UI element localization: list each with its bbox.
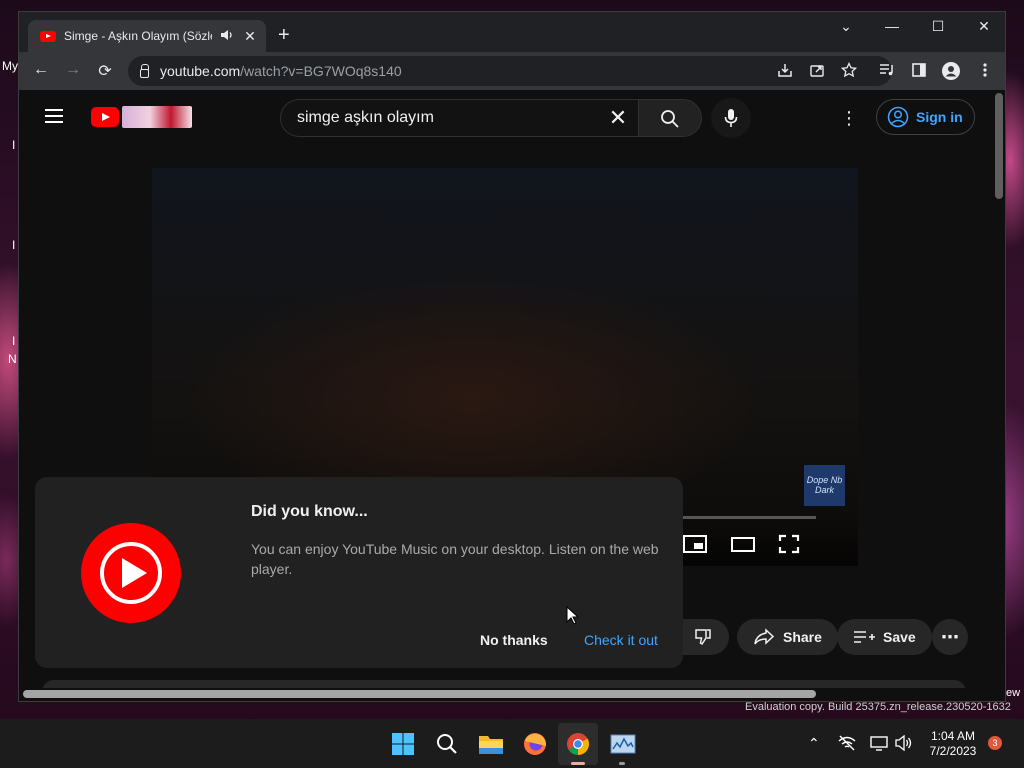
channel-watermark[interactable]: Dope Nb Dark	[804, 465, 845, 506]
save-button[interactable]: Save	[837, 619, 932, 655]
file-explorer-button[interactable]	[477, 730, 505, 758]
description-box[interactable]	[42, 680, 966, 688]
theater-mode-icon[interactable]	[730, 534, 756, 554]
menu-icon[interactable]	[975, 62, 995, 81]
clock-date: 7/2/2023	[929, 744, 977, 758]
more-actions-button[interactable]: ⋯	[932, 619, 968, 655]
fullscreen-icon[interactable]	[778, 534, 800, 554]
taskbar-search-button[interactable]	[433, 730, 461, 758]
taskbar: ⌃ 1:04 AM 7/2/2023 3	[0, 719, 1024, 768]
install-icon[interactable]	[775, 62, 795, 81]
chrome-icon	[567, 733, 589, 755]
profile-icon[interactable]	[941, 62, 961, 83]
minimize-button[interactable]: —	[869, 18, 915, 34]
share-icon[interactable]	[807, 62, 827, 81]
youtube-header: simge aşkın olayım ✕ ⋮ Sign in	[19, 90, 993, 146]
playlist-add-icon	[854, 631, 875, 643]
reload-button[interactable]: ⟳	[95, 61, 115, 81]
account-icon	[887, 106, 909, 128]
firefox-button[interactable]	[521, 730, 549, 758]
chevron-up-icon[interactable]: ⌃	[808, 735, 820, 752]
dialog-body: You can enjoy YouTube Music on your desk…	[251, 541, 659, 577]
speaker-icon[interactable]	[220, 29, 234, 44]
save-label: Save	[883, 629, 916, 645]
firefox-icon	[524, 733, 546, 755]
dialog-title: Did you know...	[251, 503, 368, 520]
settings-menu-button[interactable]: ⋮	[839, 108, 859, 129]
system-clock[interactable]: 1:04 AM 7/2/2023	[920, 729, 986, 759]
new-tab-button[interactable]: +	[278, 24, 290, 47]
hamburger-menu-icon[interactable]	[45, 109, 63, 123]
youtube-doodle-image[interactable]	[122, 106, 192, 128]
desktop-label: I	[12, 334, 16, 348]
desktop-label: My	[2, 59, 18, 73]
sidebar-icon[interactable]	[909, 62, 929, 81]
search-input[interactable]: simge aşkın olayım ✕	[280, 99, 638, 137]
tab-search-button[interactable]: ⌄	[823, 18, 869, 35]
display-icon[interactable]	[870, 735, 888, 754]
youtube-music-logo-icon	[81, 523, 181, 623]
clear-search-button[interactable]: ✕	[598, 105, 638, 131]
tab-close-button[interactable]: ✕	[242, 28, 258, 45]
sign-in-button[interactable]: Sign in	[876, 99, 975, 135]
chrome-button[interactable]	[564, 730, 592, 758]
horizontal-scrollbar-thumb[interactable]	[23, 690, 816, 698]
url-host: youtube.com	[160, 63, 241, 79]
maximize-button[interactable]: ☐	[915, 18, 961, 35]
search-button[interactable]	[638, 99, 702, 137]
network-off-icon[interactable]	[838, 735, 856, 754]
search-query: simge aşkın olayım	[297, 109, 434, 126]
voice-search-button[interactable]	[711, 98, 751, 138]
close-window-button[interactable]: ✕	[961, 18, 1007, 35]
desktop-label: N	[8, 352, 17, 366]
youtube-music-promo-dialog: Did you know... You can enjoy YouTube Mu…	[35, 477, 683, 668]
browser-toolbar: ← → ⟳ youtube.com /watch?v=BG7WOq8s140	[19, 52, 1005, 90]
sign-in-label: Sign in	[916, 109, 963, 125]
evaluation-watermark: Evaluation copy. Build 25375.zn_release.…	[745, 701, 1011, 713]
resource-monitor-button[interactable]	[609, 730, 637, 758]
start-button[interactable]	[389, 730, 417, 758]
vertical-scrollbar-thumb[interactable]	[995, 93, 1003, 199]
youtube-favicon-icon	[40, 30, 56, 42]
thumbs-down-icon	[695, 629, 711, 646]
desktop-label: I	[12, 238, 16, 252]
tab-strip: Simge - Aşkın Olayım (Sözler ✕ + ⌄ — ☐ ✕	[19, 12, 1005, 52]
folder-icon	[479, 736, 503, 754]
monitor-chart-icon	[610, 734, 636, 754]
tab-active[interactable]: Simge - Aşkın Olayım (Sözler ✕	[28, 20, 266, 52]
star-icon[interactable]	[839, 61, 859, 81]
windows-logo-icon	[392, 733, 414, 755]
youtube-page: simge aşkın olayım ✕ ⋮ Sign in Dope Nb D…	[19, 90, 993, 688]
notification-badge[interactable]: 3	[988, 736, 1002, 750]
share-button[interactable]: Share	[737, 619, 838, 655]
mouse-cursor-icon	[566, 606, 578, 625]
desktop-label: ew	[1006, 687, 1021, 699]
share-label: Share	[783, 629, 822, 645]
no-thanks-button[interactable]: No thanks	[480, 632, 548, 648]
desktop-label: I	[12, 138, 16, 152]
share-arrow-icon	[754, 628, 775, 645]
youtube-logo-icon[interactable]	[91, 107, 119, 127]
volume-icon[interactable]	[895, 734, 913, 754]
back-button[interactable]: ←	[31, 61, 51, 79]
search-icon	[437, 734, 457, 754]
forward-button[interactable]: →	[63, 61, 83, 79]
miniplayer-icon[interactable]	[682, 534, 708, 554]
chrome-running-indicator	[571, 762, 585, 765]
media-control-icon[interactable]	[877, 62, 897, 81]
monitor-running-indicator	[619, 762, 625, 765]
check-it-out-button[interactable]: Check it out	[584, 632, 658, 648]
url-path: /watch?v=BG7WOq8s140	[240, 63, 402, 79]
clock-time: 1:04 AM	[930, 729, 976, 743]
microphone-icon	[724, 109, 738, 127]
tab-title: Simge - Aşkın Olayım (Sözler	[64, 29, 212, 43]
browser-window: Simge - Aşkın Olayım (Sözler ✕ + ⌄ — ☐ ✕…	[18, 11, 1006, 702]
search-icon	[661, 110, 679, 128]
lock-icon[interactable]	[140, 63, 149, 78]
